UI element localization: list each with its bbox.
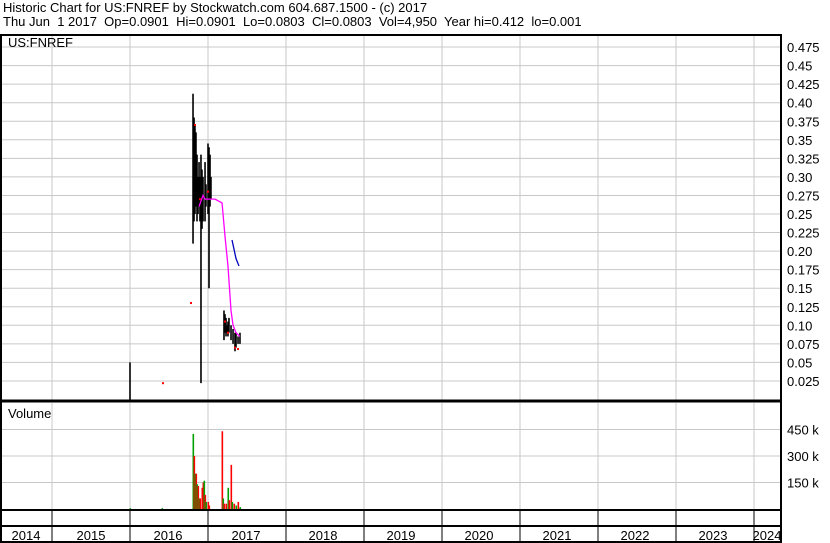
price-point [189,302,192,305]
stock-chart: 0.025 0.05 0.075 0.10 0.125 0.15 0.175 0.20 0.22… [0,34,820,543]
volume-label: Volume [8,406,51,421]
volume-bar [239,507,242,509]
year-label: 2015 [77,528,106,543]
price-point [237,348,240,351]
price-tick-label: 0.475 [787,40,820,55]
volume-bar [237,501,240,509]
volume-tick-label: 300 k [787,449,819,464]
price-tick-label: 0.20 [787,244,812,259]
year-label: 2024 [753,528,782,543]
year-label: 2022 [621,528,650,543]
price-tick-label: 0.225 [787,226,820,241]
volume-bar [231,501,234,509]
price-tick-label: 0.25 [787,207,812,222]
price-point [161,382,164,385]
volume-bar [223,503,226,509]
symbol-label: US:FNREF [8,35,73,50]
price-tick-label: 0.30 [787,170,812,185]
volume-bar [233,503,236,509]
year-label: 2023 [699,528,728,543]
volume-bar [225,503,228,509]
volume-tick-label: 450 k [787,423,819,438]
price-point [193,123,196,126]
price-tick-label: 0.075 [787,337,820,352]
volume-tick-label: 150 k [787,476,819,491]
price-tick-label: 0.45 [787,59,812,74]
year-label: 2017 [232,528,261,543]
volume-bar [208,505,211,509]
year-label: 2021 [543,528,572,543]
year-label: 2020 [465,528,494,543]
price-point [226,331,229,334]
volume-bar [228,500,231,509]
price-tick-label: 0.425 [787,77,820,92]
price-point [207,190,209,193]
volume-bar [161,508,164,509]
year-label: 2019 [387,528,416,543]
year-label: 2016 [154,528,183,543]
price-point [233,346,236,349]
price-tick-label: 0.275 [787,188,820,203]
trend-line [231,239,240,267]
volume-bar [205,501,208,509]
price-tick-label: 0.325 [787,151,820,166]
price-tick-label: 0.175 [787,263,820,278]
marks [129,93,242,509]
price-tick-label: 0.15 [787,281,812,296]
volume-bar [199,498,202,509]
volume-bar [235,505,238,509]
price-tick-label: 0.10 [787,318,812,333]
year-label: 2014 [12,528,41,543]
price-tick-label: 0.125 [787,300,820,315]
price-tick-label: 0.35 [787,133,812,148]
grid: 0.025 0.05 0.075 0.10 0.125 0.15 0.175 0.20 0.22… [0,36,820,543]
price-tick-label: 0.025 [787,374,820,389]
price-tick-label: 0.375 [787,114,820,129]
price-point [224,320,227,323]
volume-bar [221,431,224,509]
price-tick-label: 0.40 [787,96,812,111]
price-tick-label: 0.05 [787,355,812,370]
year-label: 2018 [309,528,338,543]
price-point [198,198,201,201]
volume-bar [129,508,132,509]
